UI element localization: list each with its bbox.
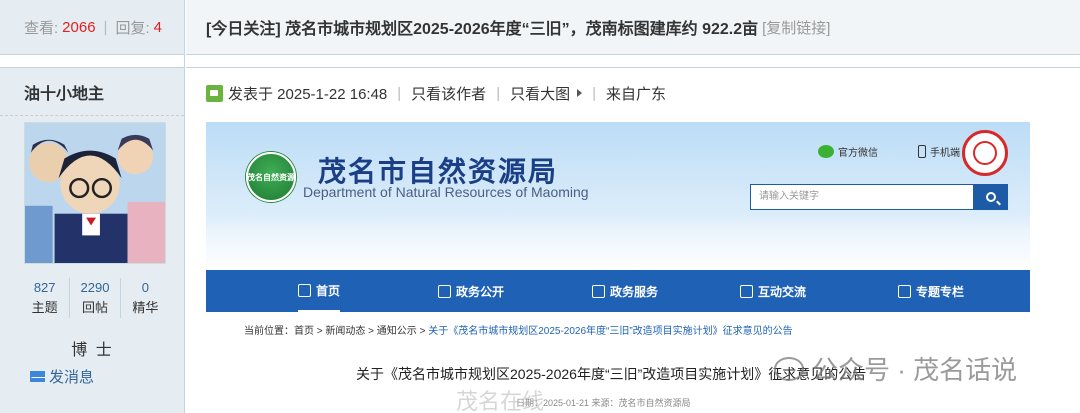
topics-stat[interactable]: 827 主题 (20, 278, 71, 318)
bulb-icon (898, 284, 911, 298)
meta-separator: | (496, 84, 501, 102)
digest-count: 0 (141, 280, 149, 295)
posts-label: 回帖 (81, 300, 108, 315)
site-nav-gov-services: 政务服务 (592, 270, 658, 312)
mobile-label: 手机端 (930, 148, 960, 159)
site-breadcrumb: 当前位置：首页 > 新闻动态 > 通知公示 > 关于《茂名市城市规划区2025-… (244, 322, 793, 337)
seal-icon (962, 130, 1008, 176)
avatar[interactable] (24, 122, 166, 264)
replies-count: 4 (153, 18, 162, 36)
send-message-link[interactable]: 发消息 (30, 366, 94, 387)
forum-post: 查看: 2066 | 回复: 4 油十小地主 827 主题 2290 回帖 0 … (0, 0, 1080, 413)
search-icon (986, 192, 996, 202)
avatar-image (25, 123, 165, 263)
chat-icon (740, 284, 753, 298)
stats-separator: | (103, 18, 108, 36)
sidebar-divider (0, 54, 184, 68)
breadcrumb-prefix: 当前位置：首页 > 新闻动态 > 通知公示 > (244, 326, 426, 337)
site-logo-icon: 茂名自然资源 (246, 152, 296, 202)
meta-separator: | (592, 84, 597, 102)
post-image[interactable]: 茂名自然资源 茂名市自然资源局 Department of Natural Re… (206, 122, 1030, 413)
author-name[interactable]: 油十小地主 (0, 68, 184, 116)
wechat-official-icon (774, 356, 804, 381)
author-sidebar: 查看: 2066 | 回复: 4 油十小地主 827 主题 2290 回帖 0 … (0, 0, 185, 413)
watermark: 公众号 · 茂名话说 (774, 350, 1017, 387)
wechat-label: 官方微信 (838, 148, 878, 159)
author-only-link[interactable]: 只看该作者 (411, 83, 486, 104)
site-search: 请输入关键字 (750, 184, 1008, 210)
thread-title: [今日关注] 茂名市城市规划区2025-2026年度“三旧”，茂南标图建库约 9… (206, 21, 759, 38)
wechat-icon (818, 145, 834, 158)
post-location: 来自广东 (606, 85, 667, 103)
site-search-button (974, 184, 1008, 210)
post-time: 发表于 2025-1-22 16:48 (228, 85, 388, 103)
watermark-text: 公众号 · 茂名话说 (812, 355, 1018, 385)
main-divider (186, 54, 1080, 68)
site-nav-label: 专题专栏 (916, 284, 965, 299)
site-nav-gov-affairs: 政务公开 (438, 270, 504, 312)
big-image-link[interactable]: 只看大图 (510, 83, 570, 104)
service-icon (592, 284, 605, 298)
home-icon (298, 283, 311, 297)
mobile-icon (918, 145, 926, 158)
views-label: 查看: (24, 19, 59, 37)
post-main: [今日关注] 茂名市城市规划区2025-2026年度“三旧”，茂南标图建库约 9… (186, 0, 1080, 413)
topics-count: 827 (33, 280, 56, 295)
play-triangle-icon[interactable] (577, 89, 583, 97)
site-nav-label: 政务公开 (456, 284, 505, 299)
post-meta-bar: 发表于 2025-1-22 16:48 | 只看该作者 | 只看大图 | 来自广… (206, 80, 666, 106)
site-nav: 首页 政务公开 政务服务 互动交流 专题专栏 (206, 270, 1030, 312)
site-nav-label: 互动交流 (758, 284, 807, 299)
site-nav-label: 政务服务 (610, 284, 659, 299)
site-name-en: Department of Natural Resources of Maomi… (303, 184, 589, 200)
posts-stat[interactable]: 2290 回帖 (70, 278, 121, 318)
watermark-secondary: 茂名在线 (456, 389, 545, 413)
site-search-input: 请输入关键字 (750, 184, 974, 210)
thread-stats: 查看: 2066 | 回复: 4 (0, 0, 184, 54)
posts-count: 2290 (80, 280, 110, 295)
site-logo-text: 茂名自然资源 (247, 172, 295, 182)
replies-label: 回复: (115, 19, 150, 37)
digest-label: 精华 (132, 300, 159, 315)
author-rank: 博 士 (71, 342, 114, 359)
envelope-icon (30, 371, 45, 382)
document-icon (438, 284, 451, 298)
thread-title-bar: [今日关注] 茂名市城市规划区2025-2026年度“三旧”，茂南标图建库约 9… (186, 0, 1080, 54)
site-nav-label: 首页 (316, 283, 341, 298)
send-message-label: 发消息 (49, 369, 95, 386)
post-status-icon (206, 84, 223, 102)
topics-label: 主题 (31, 300, 58, 315)
digest-stat[interactable]: 0 精华 (121, 278, 170, 318)
views-count: 2066 (62, 18, 96, 36)
header-glow (206, 214, 1030, 270)
site-nav-home: 首页 (298, 270, 341, 312)
site-top-links: 官方微信 手机端 (818, 144, 960, 159)
breadcrumb-current: 关于《茂名市城市规划区2025-2026年度“三旧”改造项目实施计划》征求意见的… (428, 326, 793, 337)
site-nav-topics: 专题专栏 (898, 270, 964, 312)
copy-link-button[interactable]: [复制链接] (762, 17, 830, 38)
site-nav-interaction: 互动交流 (740, 270, 806, 312)
author-stats: 827 主题 2290 回帖 0 精华 (20, 278, 170, 318)
meta-separator: | (397, 84, 402, 102)
